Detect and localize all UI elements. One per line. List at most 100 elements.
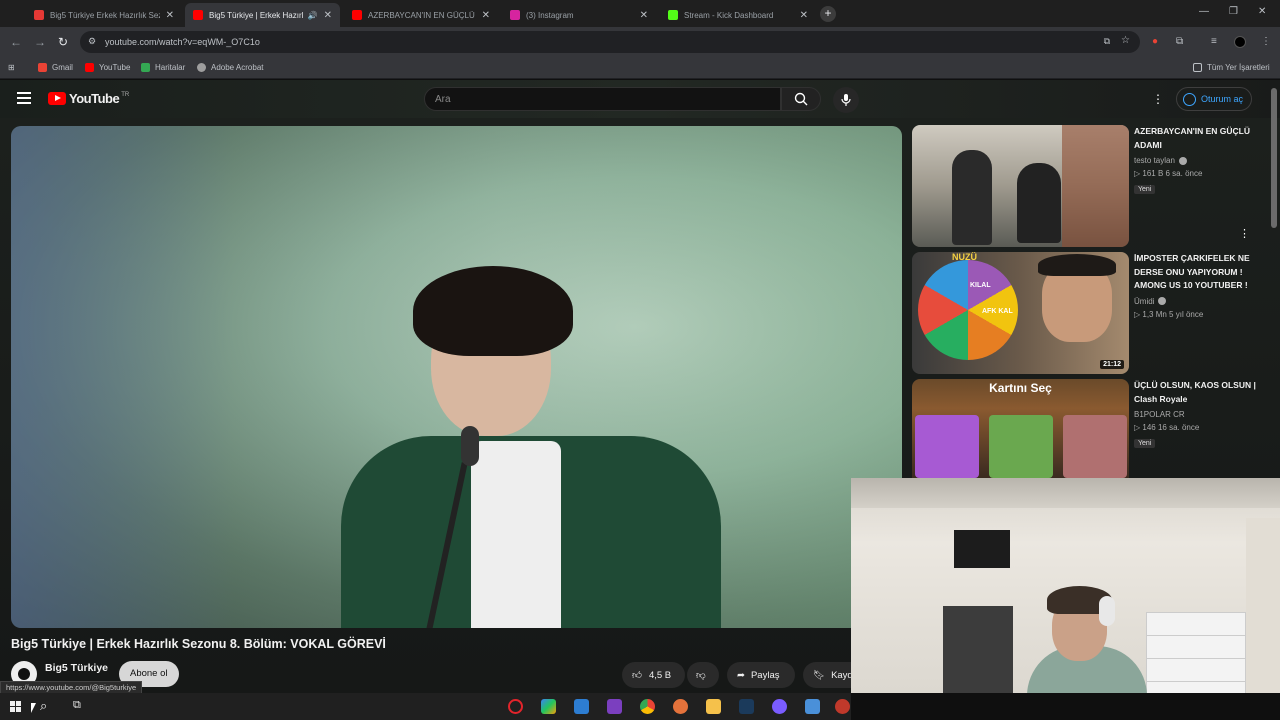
reload-icon[interactable]: ↻ (58, 35, 68, 49)
minimize-icon[interactable]: — (1199, 6, 1209, 17)
video-thumbnail[interactable] (912, 125, 1129, 247)
search-input[interactable] (425, 88, 780, 110)
bookmarks-bar: ⊞ Gmail YouTube Haritalar Adobe Acrobat … (0, 57, 1280, 79)
browser-tabstrip: Big5 Türkiye Erkek Hazırlık Sezo ✕ Big5 … (0, 0, 1280, 27)
app-icon-3[interactable] (805, 699, 820, 714)
youtube-favicon-icon (193, 10, 203, 20)
install-icon[interactable]: ⧉ (1104, 36, 1110, 47)
wheel-label: KILAL (970, 282, 991, 289)
chrome-icon[interactable] (640, 699, 655, 714)
settings-kebab-icon[interactable]: ⋮ (1152, 92, 1164, 106)
close-icon[interactable]: ✕ (166, 10, 174, 21)
page-scrollbar[interactable] (1271, 88, 1277, 228)
youtube-play-icon (48, 92, 66, 105)
steam-icon[interactable] (739, 699, 754, 714)
signin-button[interactable]: Oturum aç (1176, 87, 1253, 111)
voice-search-button[interactable] (833, 87, 859, 113)
recommendation-channel[interactable]: testo taylan (1134, 156, 1262, 165)
country-code: TR (121, 91, 130, 98)
video-player[interactable] (11, 126, 902, 628)
share-button[interactable]: ➦ Paylaş (727, 662, 795, 688)
tab-big5-series[interactable]: Big5 Türkiye Erkek Hazırlık Sezo ✕ (26, 3, 182, 27)
app-icon-2[interactable] (772, 699, 787, 714)
youtube-favicon-icon (34, 10, 44, 20)
close-icon[interactable]: ✕ (800, 10, 808, 21)
more-options-icon[interactable]: ⋮ (1239, 227, 1250, 240)
recommendation-channel[interactable]: Ümidi (1134, 297, 1262, 306)
bookmark-star-icon[interactable]: ☆ (1121, 35, 1130, 46)
menu-kebab-icon[interactable]: ⋮ (1261, 36, 1271, 47)
recommendation-stats: ▷ 161 B 6 sa. önce (1134, 169, 1203, 178)
bookmark-gmail[interactable]: Gmail (38, 63, 73, 72)
video-thumbnail[interactable]: NUZÜ KILAL AFK KAL 21:12 (912, 252, 1129, 374)
tab-big5-active[interactable]: Big5 Türkiye | Erkek Hazırlık 🔊 ✕ (185, 3, 340, 27)
url-text[interactable]: youtube.com/watch?v=eqWM-_O7C1o (105, 37, 260, 47)
new-badge: Yeni (1134, 185, 1156, 194)
file-explorer-icon[interactable] (706, 699, 721, 714)
account-icon (1183, 92, 1196, 106)
dislike-button[interactable]: 👎︎ (687, 662, 719, 688)
task-view-icon[interactable]: ⧉ (73, 699, 81, 712)
windows-start-icon[interactable] (10, 701, 21, 712)
search-button[interactable] (781, 87, 821, 111)
youtube-icon (85, 63, 94, 72)
bookmark-label: Haritalar (155, 63, 186, 72)
video-thumbnail[interactable]: Kartını Seç (912, 379, 1129, 478)
forward-icon[interactable]: → (34, 35, 46, 49)
bookmark-youtube[interactable]: YouTube (85, 63, 130, 72)
recommendation-item[interactable]: AZERBAYCAN'IN EN GÜÇLÜ ADAMI testo tayla… (912, 125, 1262, 247)
close-icon[interactable]: ✕ (324, 10, 332, 21)
tab-azerbaycan[interactable]: AZERBAYCAN'IN EN GÜÇLÜ AD ✕ (344, 3, 498, 27)
hamburger-menu-icon[interactable] (17, 92, 31, 104)
thumbs-up-icon: 👍︎ (632, 670, 642, 681)
window-close-icon[interactable]: ✕ (1258, 6, 1266, 17)
bookmark-acrobat[interactable]: Adobe Acrobat (197, 63, 263, 72)
thumbs-down-icon: 👎︎ (696, 670, 706, 681)
taskbar-search-icon[interactable]: ⌕ (40, 698, 47, 714)
back-icon[interactable]: ← (10, 35, 22, 49)
youtube-logo[interactable]: YouTube TR (48, 91, 129, 106)
opera-icon[interactable] (508, 699, 523, 714)
tab-title: (3) Instagram (526, 10, 574, 20)
screen: Big5 Türkiye Erkek Hazırlık Sezo ✕ Big5 … (0, 0, 1280, 720)
all-bookmarks[interactable]: Tüm Yer İşaretleri (1193, 63, 1270, 72)
extension-icon[interactable]: ● (1152, 36, 1158, 47)
youtube-header: YouTube TR ⋮ Oturum aç (0, 80, 1280, 118)
extensions-puzzle-icon[interactable]: ⧉ (1176, 36, 1183, 47)
tab-title: Big5 Türkiye | Erkek Hazırlık (209, 10, 304, 20)
kick-favicon-icon (668, 10, 678, 20)
recommendation-title[interactable]: ÜÇLÜ OLSUN, KAOS OLSUN | Clash Royale (1134, 379, 1262, 406)
close-icon[interactable]: ✕ (482, 10, 490, 21)
new-tab-button[interactable]: + (820, 6, 836, 22)
media-control-icon[interactable]: ≡ (1211, 36, 1217, 47)
recommendation-item[interactable]: Kartını Seç ÜÇLÜ OLSUN, KAOS OLSUN | Cla… (912, 379, 1262, 478)
recommendation-title[interactable]: İMPOSTER ÇARKIFELEK NE DERSE ONU YAPIYOR… (1134, 252, 1262, 293)
signin-label: Oturum aç (1201, 94, 1244, 104)
recommendation-channel[interactable]: B1POLAR CR (1134, 410, 1262, 419)
bookmark-maps[interactable]: Haritalar (141, 63, 185, 72)
profile-avatar[interactable] (1234, 36, 1246, 48)
app-icon-4[interactable] (835, 699, 850, 714)
instagram-favicon-icon (510, 10, 520, 20)
tab-instagram[interactable]: (3) Instagram ✕ (502, 3, 656, 27)
mail-icon[interactable] (574, 699, 589, 714)
mouse-cursor (31, 703, 36, 713)
close-icon[interactable]: ✕ (640, 10, 648, 21)
visual-studio-icon[interactable] (607, 699, 622, 714)
app-icon[interactable] (673, 699, 688, 714)
recommendation-item[interactable]: NUZÜ KILAL AFK KAL 21:12 İMPOSTER ÇARKIF… (912, 252, 1262, 374)
apps-grid-icon[interactable]: ⊞ (8, 63, 15, 72)
recommendation-stats: ▷ 146 16 sa. önce (1134, 423, 1200, 432)
webcam-overlay (851, 478, 1280, 693)
address-bar[interactable]: ⚙ youtube.com/watch?v=eqWM-_O7C1o ⧉ ☆ (80, 31, 1140, 53)
copilot-icon[interactable] (541, 699, 556, 714)
like-button[interactable]: 👍︎ 4,5 B (622, 662, 685, 688)
recommendation-title[interactable]: AZERBAYCAN'IN EN GÜÇLÜ ADAMI (1134, 125, 1262, 152)
video-title: Big5 Türkiye | Erkek Hazırlık Sezonu 8. … (11, 637, 386, 651)
channel-name[interactable]: Big5 Türkiye (45, 662, 108, 674)
restore-icon[interactable]: ❐ (1229, 6, 1238, 17)
site-info-icon[interactable]: ⚙ (88, 36, 96, 47)
tab-kick[interactable]: Stream - Kick Dashboard ✕ (660, 3, 816, 27)
tab-title: Big5 Türkiye Erkek Hazırlık Sezo (50, 10, 160, 20)
speaker-icon[interactable]: 🔊 (308, 11, 318, 20)
